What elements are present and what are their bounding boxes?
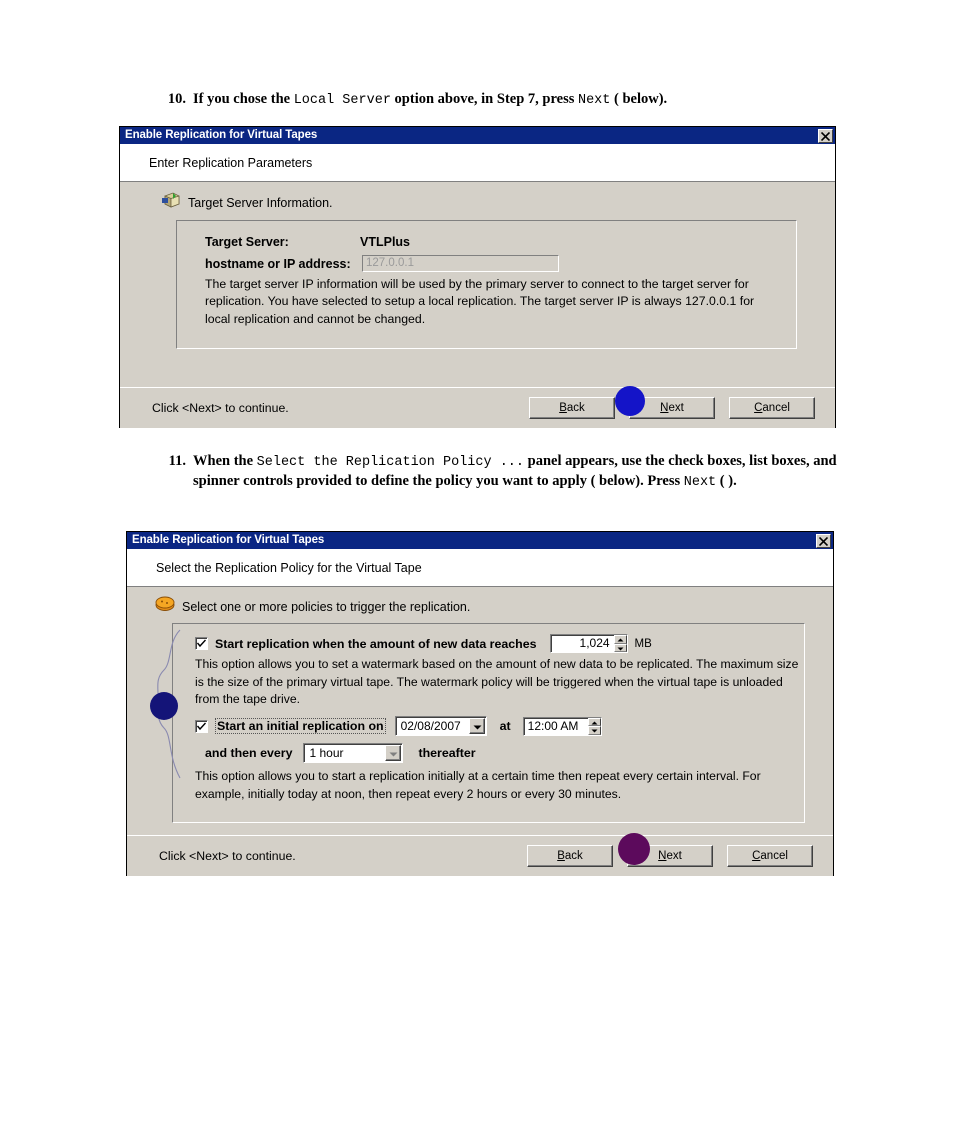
watermark-value[interactable]: 1,024 <box>551 635 614 652</box>
target-server-description: The target server IP information will be… <box>205 277 755 326</box>
dialog2-subtitle: Select the Replication Policy for the Vi… <box>156 560 422 575</box>
dialog2-headline-text: Select one or more policies to trigger t… <box>182 599 471 614</box>
watermark-policy-row: Start replication when the amount of new… <box>185 634 794 653</box>
back-button-rest: ack <box>566 402 585 414</box>
dialog2-header: Select the Replication Policy for the Vi… <box>127 549 833 587</box>
step-10: 10. If you chose the Local Server option… <box>160 90 840 110</box>
dialog2-headline-row: Select one or more policies to trigger t… <box>127 587 833 623</box>
hostname-label: hostname or IP address: <box>205 256 351 271</box>
schedule-interval-row: and then every 1 hour thereafter <box>185 743 794 764</box>
dialog1-titlebar[interactable]: Enable Replication for Virtual Tapes <box>120 127 835 144</box>
select-replication-policy-dialog[interactable]: Enable Replication for Virtual Tapes Sel… <box>126 531 834 876</box>
next-button-rest: ext <box>668 402 684 414</box>
spinner-down-icon[interactable] <box>587 726 601 735</box>
target-server-value: VTLPlus <box>360 235 411 249</box>
target-server-row: Target Server: VTLPlus <box>205 235 782 249</box>
watermark-unit: MB <box>634 637 652 650</box>
chevron-down-icon[interactable] <box>385 745 402 762</box>
schedule-time-spinner[interactable]: 12:00 AM <box>522 716 602 736</box>
back-button-rest: ack <box>564 850 583 862</box>
cancel-button-rest: ancel <box>760 850 788 862</box>
dialog1-footer-note: Click <Next> to continue. <box>152 401 289 415</box>
dialog2-footer-note: Click <Next> to continue. <box>159 849 296 863</box>
step-11: 11. When the Select the Replication Poli… <box>160 452 850 491</box>
schedule-date-value[interactable]: 02/08/2007 <box>396 717 469 735</box>
schedule-every-label: and then every <box>205 746 293 761</box>
schedule-description: This option allows you to start a replic… <box>195 769 761 801</box>
step-10-number: 10. <box>167 91 186 107</box>
schedule-at-label: at <box>499 719 511 734</box>
schedule-thereafter-label: thereafter <box>418 746 476 761</box>
schedule-policy-row: Start an initial replication on 02/08/20… <box>185 716 794 737</box>
hostname-row: hostname or IP address: 127.0.0.1 <box>205 255 782 272</box>
schedule-interval-combobox[interactable]: 1 hour <box>303 743 404 764</box>
cancel-button-rest: ancel <box>762 402 790 414</box>
dialog2-footer: Click <Next> to continue. Back Next Canc… <box>127 835 833 876</box>
watermark-spinner[interactable]: 1,024 <box>549 634 628 653</box>
dialog2-titlebar[interactable]: Enable Replication for Virtual Tapes <box>127 532 833 549</box>
annotation-marker-next-1 <box>615 386 645 416</box>
dialog1-headline-row: Target Server Information. <box>120 182 835 220</box>
annotation-marker-policy-area <box>150 692 178 720</box>
watermark-label: Start replication when the amount of new… <box>215 636 537 651</box>
step-10-text: If you chose the Local Server option abo… <box>193 91 668 108</box>
policy-group: Start replication when the amount of new… <box>172 623 805 823</box>
dialog2-body: Select one or more policies to trigger t… <box>127 587 833 835</box>
spinner-down-icon[interactable] <box>613 643 627 652</box>
close-icon[interactable] <box>818 128 833 143</box>
server-box-icon <box>162 191 181 214</box>
chevron-down-icon[interactable] <box>468 718 485 735</box>
dialog1-body: Target Server Information. Target Server… <box>120 182 835 387</box>
dialog1-footer: Click <Next> to continue. Back Next Canc… <box>120 387 835 428</box>
watermark-description: This option allows you to set a watermar… <box>195 657 799 707</box>
step-11-text: When the Select the Replication Policy .… <box>193 453 837 490</box>
dialog1-subtitle: Enter Replication Parameters <box>149 155 313 170</box>
back-button[interactable]: Back <box>529 397 615 419</box>
schedule-interval-value[interactable]: 1 hour <box>304 744 385 762</box>
policy-disk-icon <box>155 596 175 617</box>
target-server-group: Target Server: VTLPlus hostname or IP ad… <box>176 220 797 349</box>
watermark-spinner-arrows[interactable] <box>613 635 627 652</box>
next-button-rest: ext <box>666 850 682 862</box>
target-server-label: Target Server: <box>205 235 289 249</box>
dialog1-title: Enable Replication for Virtual Tapes <box>125 129 318 141</box>
enable-replication-parameters-dialog[interactable]: Enable Replication for Virtual Tapes Ent… <box>119 126 836 428</box>
schedule-label: Start an initial replication on <box>215 718 386 735</box>
cancel-button[interactable]: Cancel <box>729 397 815 419</box>
dialog1-header: Enter Replication Parameters <box>120 144 835 182</box>
dialog2-title: Enable Replication for Virtual Tapes <box>132 534 325 546</box>
spinner-up-icon[interactable] <box>613 635 627 644</box>
schedule-time-value[interactable]: 12:00 AM <box>524 718 588 735</box>
cancel-button[interactable]: Cancel <box>727 845 813 867</box>
hostname-input[interactable]: 127.0.0.1 <box>362 255 559 272</box>
step-11-number: 11. <box>168 453 186 469</box>
time-spinner-arrows[interactable] <box>587 717 601 735</box>
close-icon[interactable] <box>816 533 831 548</box>
spinner-up-icon[interactable] <box>587 717 601 727</box>
dialog1-headline-text: Target Server Information. <box>188 195 333 210</box>
back-button[interactable]: Back <box>527 845 613 867</box>
schedule-date-combobox[interactable]: 02/08/2007 <box>394 716 487 737</box>
annotation-marker-next-2 <box>618 833 650 865</box>
